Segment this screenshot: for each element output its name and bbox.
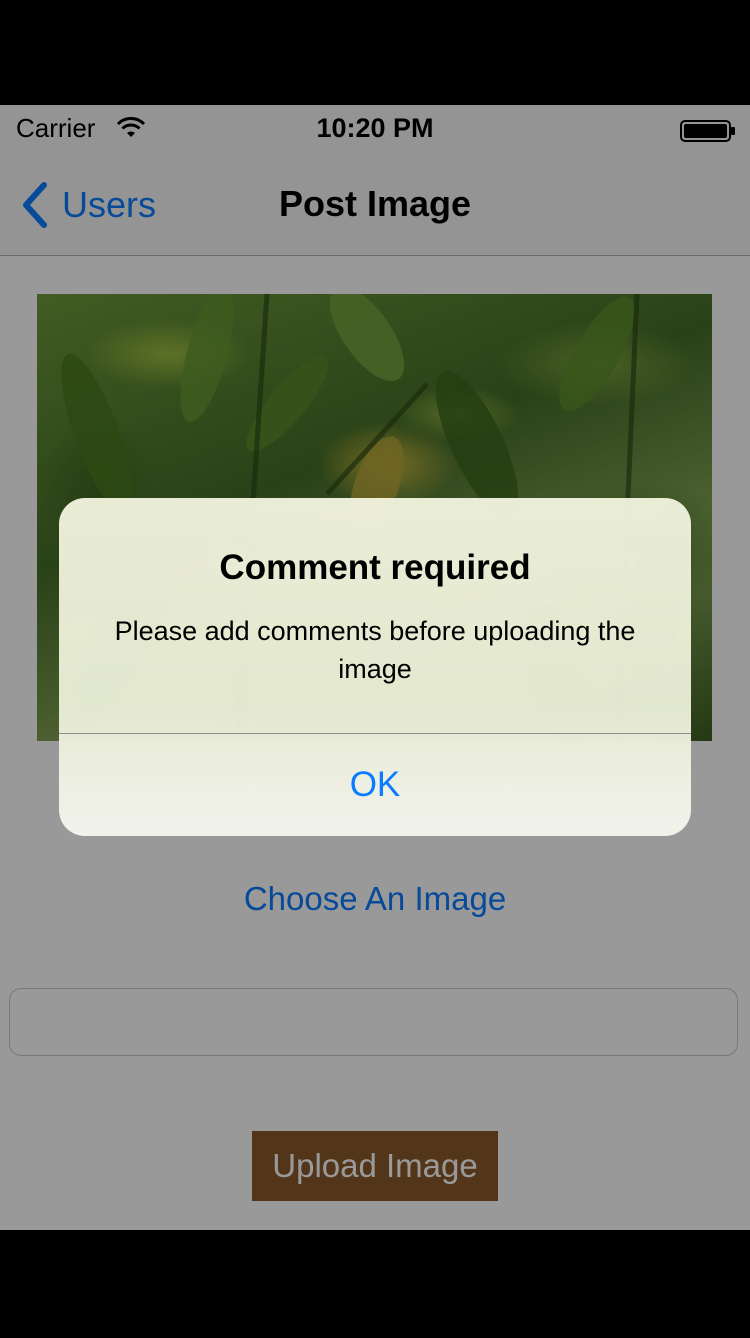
app-screen: Carrier 10:20 PM Users Post Image Choose… bbox=[0, 105, 750, 1230]
alert-message: Please add comments before uploading the… bbox=[114, 616, 636, 684]
bottom-letterbox bbox=[0, 1230, 750, 1338]
alert-dialog: Comment required Please add comments bef… bbox=[59, 498, 691, 836]
top-letterbox bbox=[0, 0, 750, 105]
alert-title: Comment required bbox=[219, 548, 531, 587]
alert-ok-button[interactable]: OK bbox=[59, 734, 691, 836]
